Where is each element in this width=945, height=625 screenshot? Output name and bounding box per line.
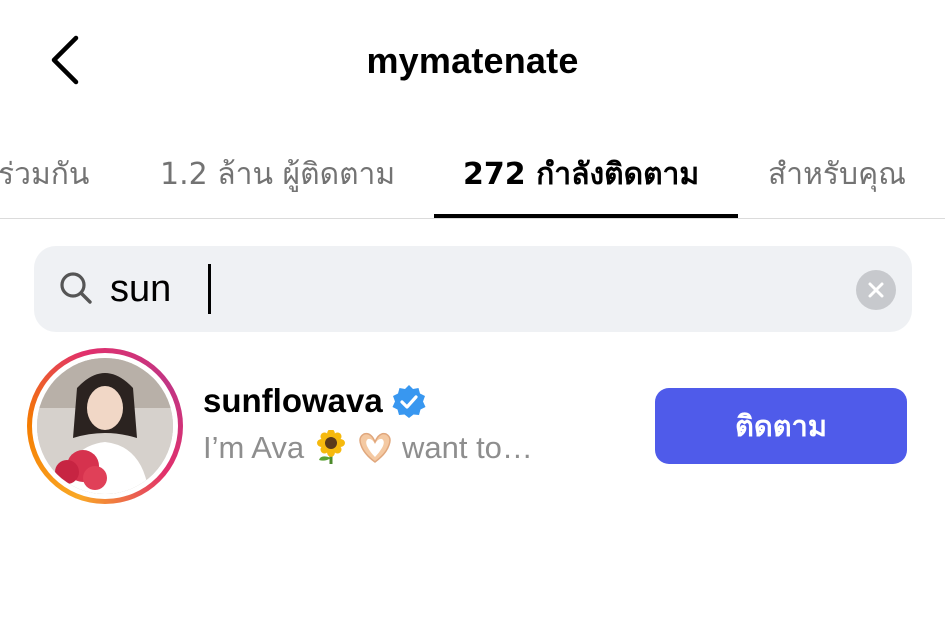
avatar	[37, 358, 173, 494]
close-icon	[868, 282, 884, 298]
tab-followers[interactable]: 1.2 ล้าน ผู้ติดตาม	[160, 145, 395, 205]
sunflower-icon	[316, 430, 345, 464]
text-caret	[208, 264, 211, 314]
story-ring[interactable]	[27, 348, 183, 504]
heart-hands-icon	[359, 432, 392, 463]
bio-suffix: want to…	[401, 430, 533, 465]
username[interactable]: sunflowava	[203, 382, 383, 420]
tab-divider	[0, 218, 945, 219]
bio-text: I’m Ava	[203, 430, 305, 465]
search-input[interactable]	[110, 256, 810, 322]
page-title: mymatenate	[366, 40, 579, 81]
avatar-frame	[32, 353, 178, 499]
search-bar	[34, 246, 912, 332]
avatar-photo	[37, 358, 173, 494]
tab-mutual[interactable]: ร่วมกัน	[0, 145, 89, 205]
verified-badge-icon	[392, 385, 426, 418]
clear-search-button[interactable]	[856, 270, 896, 310]
list-item[interactable]: sunflowava I’m Ava want to… ติดตาม	[0, 340, 945, 510]
tab-following[interactable]: 272 กำลังติดตาม	[463, 145, 699, 205]
header: mymatenate	[0, 0, 945, 125]
active-tab-indicator	[434, 214, 738, 218]
tab-for-you[interactable]: สำหรับคุณ	[768, 145, 906, 205]
follow-button[interactable]: ติดตาม	[655, 388, 907, 464]
search-icon	[60, 272, 92, 304]
tab-bar: ร่วมกัน 1.2 ล้าน ผู้ติดตาม 272 กำลังติดต…	[0, 125, 945, 220]
bio-preview: I’m Ava want to…	[203, 430, 533, 466]
